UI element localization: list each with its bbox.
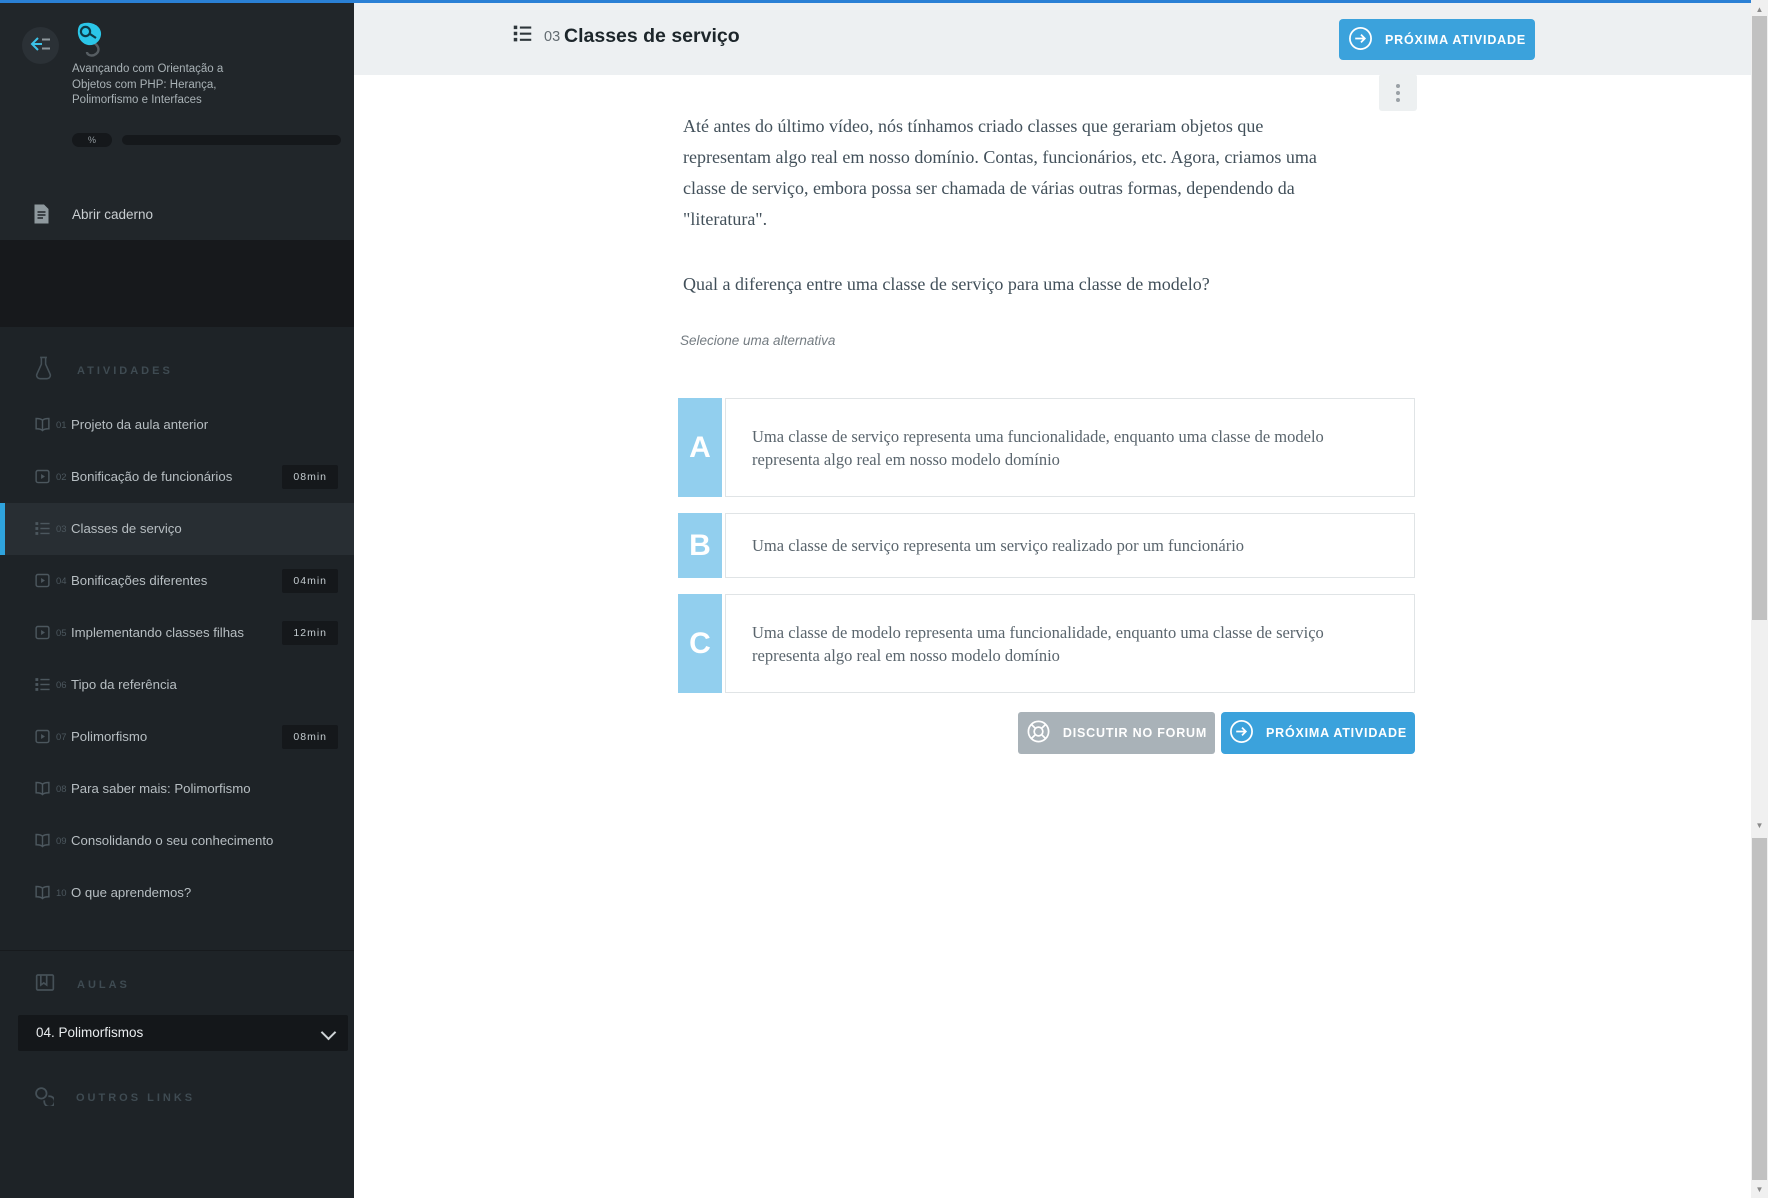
document-icon bbox=[33, 203, 50, 230]
lesson-select-dropdown[interactable]: 04. Polimorfismos bbox=[18, 1015, 348, 1051]
more-options-button[interactable] bbox=[1379, 74, 1417, 111]
collapse-sidebar-button[interactable] bbox=[22, 27, 59, 64]
main-content: 03 Classes de serviço PRÓXIMA ATIVIDADE … bbox=[354, 3, 1751, 1198]
course-title: Avançando com Orientação a Objetos com P… bbox=[72, 63, 224, 106]
alternative-a[interactable]: A Uma classe de serviço representa uma f… bbox=[678, 398, 1415, 497]
activity-header: 03 Classes de serviço PRÓXIMA ATIVIDADE bbox=[354, 3, 1751, 75]
circle-arrow-right-icon bbox=[1348, 26, 1373, 54]
sidebar-course-section: Avançando com Orientação a Objetos com P… bbox=[0, 3, 354, 240]
sidebar: Avançando com Orientação a Objetos com P… bbox=[0, 0, 354, 1198]
activity-item-07[interactable]: 07 Polimorfismo 08min bbox=[0, 711, 354, 763]
activities-header: ATIVIDADES bbox=[35, 355, 173, 387]
alternative-letter: A bbox=[678, 398, 722, 497]
life-ring-icon bbox=[1026, 719, 1051, 747]
question-paragraph: Até antes do último vídeo, nós tínhamos … bbox=[683, 116, 1317, 229]
progress-bar bbox=[122, 135, 341, 145]
alternative-text: Uma classe de serviço representa um serv… bbox=[752, 536, 1245, 555]
scrollbar-thumb[interactable] bbox=[1752, 16, 1767, 620]
activities-list: 01 Projeto da aula anterior 02 Bonificaç… bbox=[0, 399, 354, 919]
book-open-icon bbox=[34, 416, 51, 438]
discuss-forum-button[interactable]: DISCUTIR NO FORUM bbox=[1018, 712, 1215, 754]
list-icon bbox=[34, 676, 51, 698]
alternative-letter: C bbox=[678, 594, 722, 693]
activity-item-06[interactable]: 06 Tipo da referência bbox=[0, 659, 354, 711]
link-icon bbox=[33, 1085, 56, 1111]
kebab-icon bbox=[1396, 83, 1400, 88]
open-notebook-button[interactable]: Abrir caderno bbox=[0, 199, 354, 233]
activity-number: 03 bbox=[544, 29, 561, 45]
activity-item-04[interactable]: 04 Bonificações diferentes 04min bbox=[0, 555, 354, 607]
activity-item-10[interactable]: 10 O que aprendemos? bbox=[0, 867, 354, 919]
collapse-sidebar-icon bbox=[30, 36, 52, 55]
vertical-scrollbar[interactable]: ▲ ▼ ▼ bbox=[1751, 0, 1768, 1198]
chevron-down-icon bbox=[320, 1024, 337, 1041]
video-icon bbox=[34, 572, 51, 594]
alternative-text: Uma classe de serviço representa uma fun… bbox=[752, 426, 1324, 469]
top-accent-bar bbox=[0, 0, 1768, 3]
duration-badge: 08min bbox=[282, 725, 338, 749]
lessons-section: AULAS 04. Polimorfismos bbox=[0, 950, 354, 1066]
alternative-b[interactable]: B Uma classe de serviço representa um se… bbox=[678, 513, 1415, 578]
alternative-c[interactable]: C Uma classe de modelo representa uma fu… bbox=[678, 594, 1415, 693]
circle-arrow-right-icon bbox=[1229, 719, 1254, 747]
video-icon bbox=[34, 468, 51, 490]
activity-item-03-active[interactable]: 03 Classes de serviço bbox=[0, 503, 354, 555]
activity-item-05[interactable]: 05 Implementando classes filhas 12min bbox=[0, 607, 354, 659]
book-icon bbox=[35, 973, 55, 997]
book-open-icon bbox=[34, 884, 51, 906]
alternative-text: Uma classe de modelo representa uma func… bbox=[752, 622, 1324, 665]
question-paragraph: Qual a diferença entre uma classe de ser… bbox=[683, 274, 1210, 294]
list-icon bbox=[512, 23, 533, 49]
activity-item-01[interactable]: 01 Projeto da aula anterior bbox=[0, 399, 354, 451]
flask-icon bbox=[35, 355, 52, 387]
lessons-header: AULAS bbox=[35, 973, 130, 997]
book-open-icon bbox=[34, 780, 51, 802]
page-title: Classes de serviço bbox=[564, 25, 740, 47]
next-activity-button-bottom[interactable]: PRÓXIMA ATIVIDADE bbox=[1221, 712, 1415, 754]
other-links-header: OUTROS LINKS bbox=[33, 1085, 195, 1111]
scrollbar-thumb[interactable] bbox=[1752, 838, 1767, 1180]
current-lesson-banner: AULA 04 Polimorfismos bbox=[0, 240, 354, 542]
scroll-down-arrow-icon[interactable]: ▼ bbox=[1751, 1182, 1768, 1198]
activity-item-08[interactable]: 08 Para saber mais: Polimorfismo bbox=[0, 763, 354, 815]
select-alternative-hint: Selecione uma alternativa bbox=[680, 333, 836, 348]
duration-badge: 08min bbox=[282, 465, 338, 489]
open-notebook-label: Abrir caderno bbox=[72, 207, 154, 222]
scroll-down-arrow-icon[interactable]: ▼ bbox=[1751, 818, 1768, 834]
app-window: Avançando com Orientação a Objetos com P… bbox=[0, 0, 1768, 1198]
video-icon bbox=[34, 728, 51, 750]
video-icon bbox=[34, 624, 51, 646]
progress-percent-badge: % bbox=[72, 133, 112, 147]
duration-badge: 04min bbox=[282, 569, 338, 593]
list-icon bbox=[34, 520, 51, 542]
activity-item-09[interactable]: 09 Consolidando o seu conhecimento bbox=[0, 815, 354, 867]
activity-item-02[interactable]: 02 Bonificação de funcionários 08min bbox=[0, 451, 354, 503]
other-links-section: OUTROS LINKS Fórum Trocar Curso bbox=[0, 1065, 354, 1198]
alternative-letter: B bbox=[678, 513, 722, 578]
duration-badge: 12min bbox=[282, 621, 338, 645]
lesson-select-value: 04. Polimorfismos bbox=[36, 1025, 144, 1040]
book-open-icon bbox=[34, 832, 51, 854]
next-activity-button-top[interactable]: PRÓXIMA ATIVIDADE bbox=[1339, 19, 1535, 60]
alura-logo-icon[interactable] bbox=[72, 21, 106, 61]
activities-section: ATIVIDADES 01 Projeto da aula anterior 0… bbox=[0, 327, 354, 950]
alternatives-list: A Uma classe de serviço representa uma f… bbox=[678, 398, 1415, 709]
